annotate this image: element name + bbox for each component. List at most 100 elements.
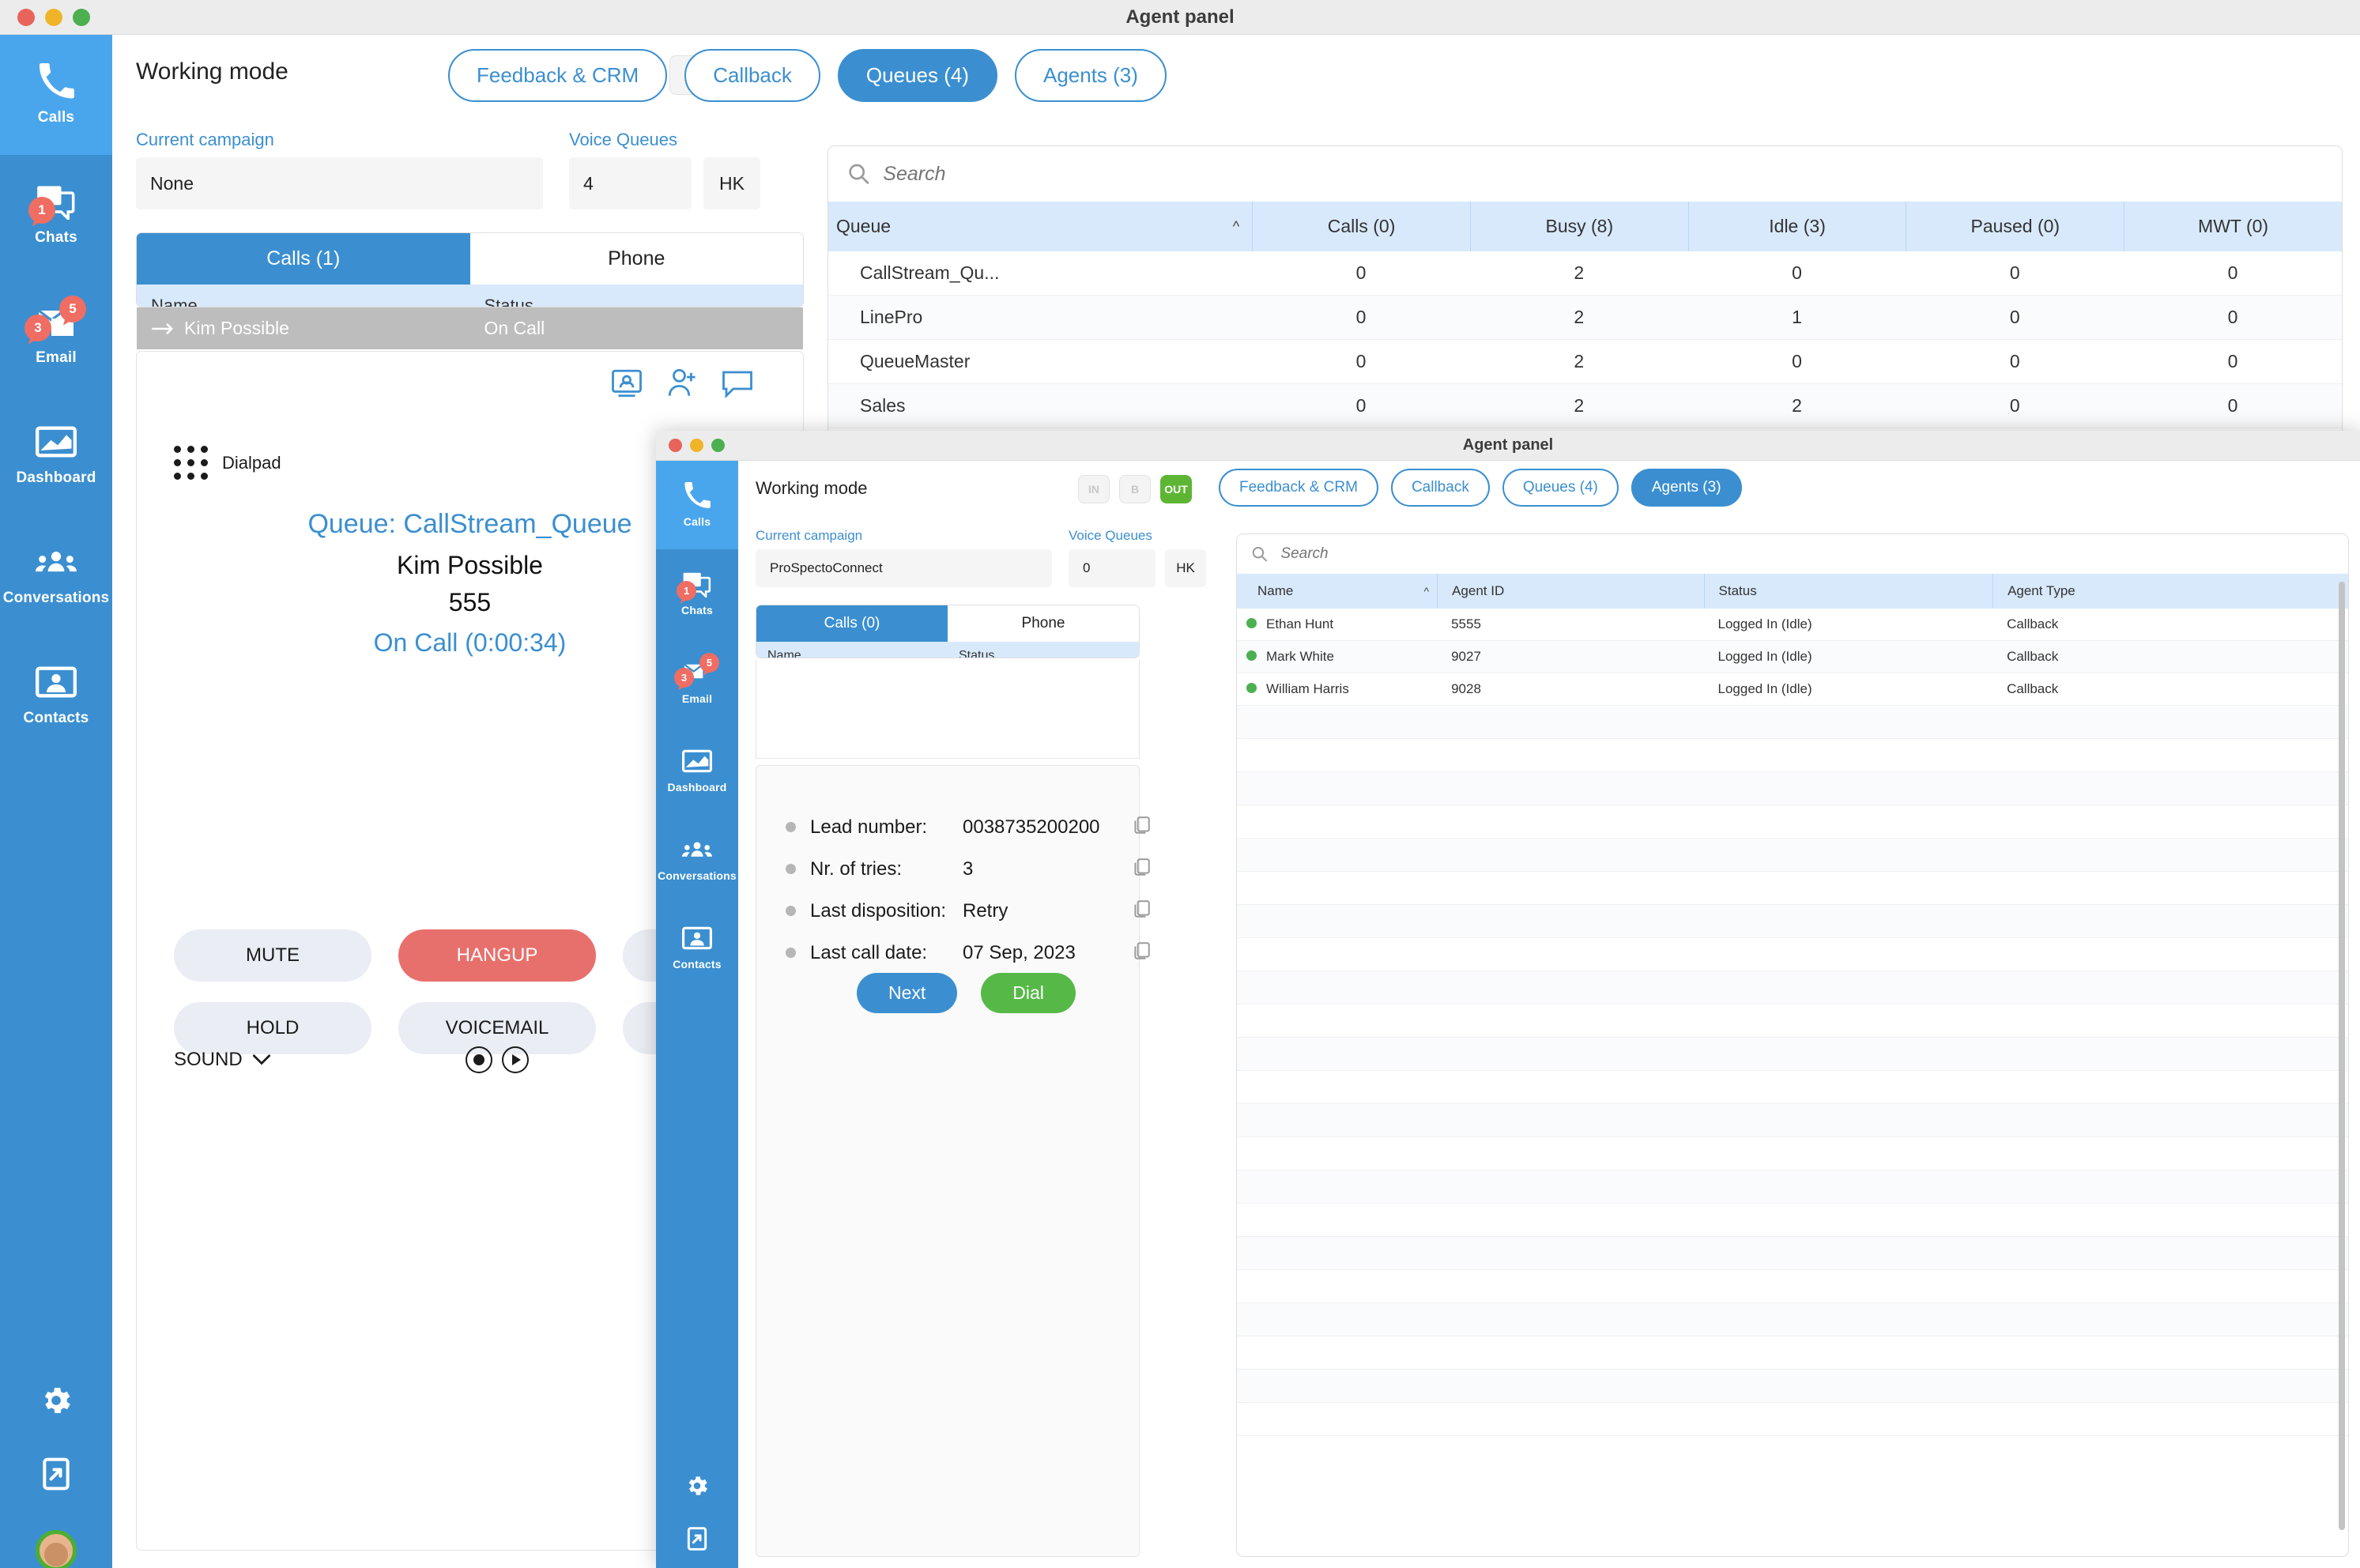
copy-icon[interactable] [1131, 940, 1152, 965]
queue-busy-cell: 2 [1574, 395, 1585, 416]
panel-tab-calls[interactable]: Calls (1) [137, 233, 470, 285]
column-header-mwt[interactable]: MWT (0) [2124, 202, 2342, 251]
panel-tab-calls[interactable]: Calls (0) [756, 605, 948, 642]
record-playback-controls [398, 1046, 596, 1073]
table-row[interactable]: CallStream_Qu... 0 2 0 0 0 [828, 251, 2342, 296]
agents-search-bar[interactable] [1237, 534, 2348, 574]
bullet-icon [786, 822, 796, 832]
queue-busy-cell: 2 [1574, 307, 1585, 327]
dial-button[interactable]: Dial [981, 973, 1076, 1013]
column-header-paused[interactable]: Paused (0) [1906, 202, 2124, 251]
column-header-agent-type[interactable]: Agent Type [1992, 574, 2348, 609]
voice-queues-label: Voice Queues [1069, 528, 1152, 543]
dialpad-button[interactable]: Dialpad [174, 446, 281, 480]
sidebar-item-chats[interactable]: 1 Chats [0, 155, 112, 275]
queue-idle-cell: 2 [1792, 395, 1802, 416]
tab-agents[interactable]: Agents (3) [1631, 469, 1742, 507]
sidebar-item-label: Calls [37, 109, 75, 126]
tab-callback[interactable]: Callback [1390, 469, 1490, 507]
queues-search-bar[interactable] [828, 146, 2342, 202]
table-row-empty [1237, 971, 2348, 1004]
sidebar-item-dashboard[interactable]: Dashboard [0, 395, 112, 515]
table-row[interactable]: LinePro 0 2 1 0 0 [828, 296, 2342, 340]
tab-feedback-crm[interactable]: Feedback & CRM [448, 49, 668, 102]
column-header-busy[interactable]: Busy (8) [1469, 202, 1688, 251]
table-row-empty [1237, 1137, 2348, 1170]
sound-dropdown[interactable]: SOUND [174, 1046, 371, 1073]
avatar[interactable] [36, 1530, 77, 1568]
campaign-value[interactable]: None [136, 157, 543, 209]
sidebar-item-chats[interactable]: 1 Chats [656, 549, 738, 638]
agent-id-cell: 5555 [1451, 616, 1481, 631]
gear-icon[interactable] [684, 1473, 710, 1502]
hk-button[interactable]: HK [703, 157, 760, 209]
tab-queues[interactable]: Queues (4) [837, 49, 997, 102]
voice-queues-label: Voice Queues [569, 130, 677, 149]
tab-callback[interactable]: Callback [684, 49, 820, 102]
table-row[interactable]: Kim Possible On Call [137, 307, 803, 349]
column-header-idle[interactable]: Idle (3) [1687, 202, 1906, 251]
tab-agents[interactable]: Agents (3) [1014, 49, 1167, 102]
panel-tab-phone[interactable]: Phone [948, 605, 1139, 642]
call-row-name: Kim Possible [184, 318, 289, 338]
campaign-value[interactable]: ProSpectoConnect [756, 549, 1052, 587]
sidebar-item-email[interactable]: 5 3 Email [0, 275, 112, 395]
sidebar-item-contacts[interactable]: Contacts [656, 903, 738, 992]
popout-icon[interactable] [39, 1457, 74, 1495]
table-row[interactable]: Ethan Hunt 5555 Logged In (Idle) Callbac… [1237, 609, 2348, 641]
contact-card-icon[interactable] [610, 367, 643, 404]
sidebar-item-email[interactable]: 5 3 Email [656, 638, 738, 726]
column-header-calls[interactable]: Calls (0) [1252, 202, 1470, 251]
table-row-empty [1237, 938, 2348, 971]
sidebar-item-contacts[interactable]: Contacts [0, 635, 112, 756]
email-icon: 5 3 [674, 653, 719, 688]
copy-icon[interactable] [1131, 899, 1152, 923]
table-row[interactable]: QueueMaster 0 2 0 0 0 [828, 340, 2342, 384]
table-row-empty [1237, 1204, 2348, 1237]
next-button[interactable]: Next [857, 973, 958, 1013]
copy-icon[interactable] [1131, 815, 1152, 839]
column-header-name[interactable]: Name ^ [1237, 574, 1437, 609]
copy-icon[interactable] [1131, 857, 1152, 881]
add-user-icon[interactable] [665, 367, 699, 404]
mode-button-b[interactable]: B [1119, 475, 1151, 503]
play-circle-icon[interactable] [502, 1046, 529, 1073]
hangup-button[interactable]: HANGUP [398, 929, 596, 982]
hk-button[interactable]: HK [1165, 549, 1206, 587]
sidebar-item-conversations[interactable]: Conversations [656, 815, 738, 903]
sidebar-item-dashboard[interactable]: Dashboard [656, 726, 738, 815]
lead-action-buttons: Next Dial [857, 973, 1076, 1013]
tries-label: Nr. of tries: [810, 858, 903, 880]
search-input[interactable] [883, 162, 2323, 186]
tab-queues[interactable]: Queues (4) [1502, 469, 1619, 507]
column-header-agent-id[interactable]: Agent ID [1437, 574, 1703, 609]
table-row-empty [1237, 1303, 2348, 1336]
table-row[interactable]: Mark White 9027 Logged In (Idle) Callbac… [1237, 641, 2348, 673]
table-row-empty [1237, 905, 2348, 938]
voice-queues-value[interactable]: 0 [1069, 549, 1155, 587]
panel-tab-phone[interactable]: Phone [469, 233, 803, 285]
email-badge-secondary: 3 [25, 315, 51, 341]
tab-feedback-crm[interactable]: Feedback & CRM [1219, 469, 1378, 507]
sidebar-item-calls[interactable]: Calls [656, 461, 738, 549]
mode-button-in[interactable]: IN [1078, 475, 1110, 503]
chat-icon: 1 [28, 183, 77, 224]
agents-table-scrollbar[interactable] [2339, 582, 2345, 1530]
table-row[interactable]: Sales 0 2 2 0 0 [828, 384, 2342, 428]
sidebar-item-conversations[interactable]: Conversations [0, 515, 112, 635]
gear-icon[interactable] [39, 1383, 74, 1422]
record-circle-icon[interactable] [466, 1046, 492, 1073]
calls-panel-tabs: Calls (1) Phone [137, 233, 803, 285]
mute-button[interactable]: MUTE [174, 929, 371, 982]
voice-queues-value[interactable]: 4 [569, 157, 692, 209]
chat-bubble-icon[interactable] [721, 367, 754, 404]
mode-button-out[interactable]: OUT [1160, 475, 1192, 503]
column-header-queue[interactable]: Queue ^ [828, 202, 1252, 251]
popout-icon[interactable] [684, 1526, 710, 1555]
table-row[interactable]: William Harris 9028 Logged In (Idle) Cal… [1237, 673, 2348, 706]
column-header-status[interactable]: Status [1703, 574, 1993, 609]
sidebar-item-calls[interactable]: Calls [0, 35, 112, 155]
phone-icon [36, 63, 77, 100]
search-input[interactable] [1280, 545, 2334, 563]
window2[interactable]: Agent panel Calls 1 Chats 5 3 Email Dash… [656, 431, 2360, 1568]
